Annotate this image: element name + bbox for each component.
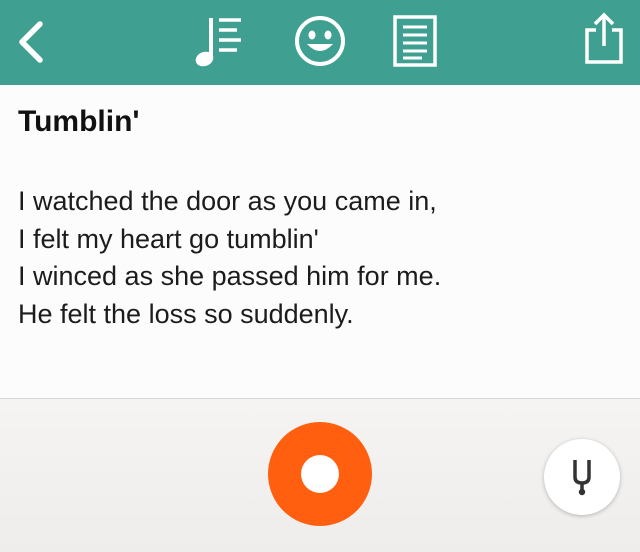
tab-notes[interactable] <box>384 10 446 72</box>
lyric-line: I winced as she passed him for me. <box>18 261 442 291</box>
tuning-fork-icon <box>573 460 591 496</box>
tab-lyrics[interactable] <box>188 10 250 72</box>
tab-mood[interactable] <box>288 10 352 72</box>
record-button[interactable] <box>268 422 372 526</box>
lyric-line: I felt my heart go tumblin' <box>18 223 319 254</box>
smiley-face-icon <box>295 16 345 66</box>
song-title[interactable]: Tumblin' <box>18 103 622 141</box>
back-button[interactable] <box>6 14 56 70</box>
document-icon <box>393 15 437 67</box>
bottom-bar <box>0 399 640 552</box>
share-button[interactable] <box>574 6 634 70</box>
chevron-left-icon <box>19 21 43 63</box>
lyrics-text[interactable]: I watched the door as you came in, I fel… <box>18 183 622 333</box>
song-content: Tumblin' I watched the door as you came … <box>0 85 640 398</box>
lyric-line: He felt the loss so suddenly. <box>18 298 354 329</box>
lyric-line: I watched the door as you came in, <box>18 186 437 216</box>
music-lyrics-icon <box>195 18 241 67</box>
share-icon <box>585 12 623 64</box>
record-icon <box>301 455 339 493</box>
tuner-button[interactable] <box>544 439 620 515</box>
top-toolbar <box>0 0 640 85</box>
